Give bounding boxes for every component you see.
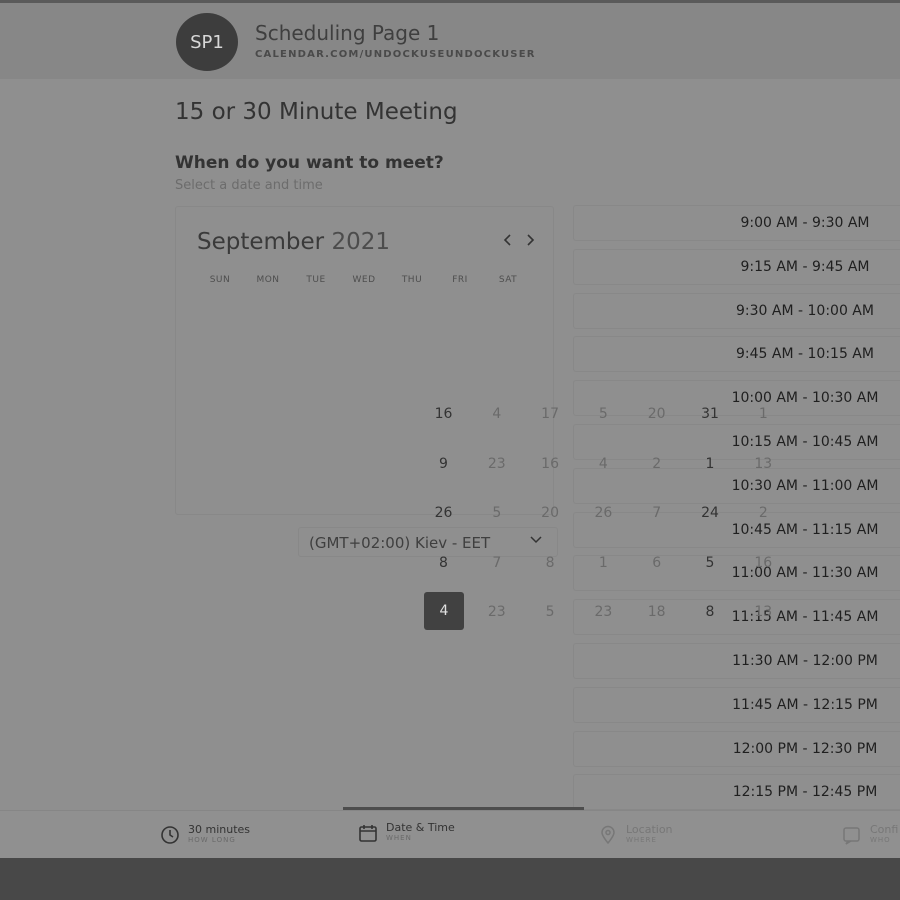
tab-date-time-label: Date & Time	[386, 821, 455, 834]
avatar: SP1	[176, 13, 238, 71]
step-tabs: 30 minutes HOW LONG Date & Time WHEN Loc…	[0, 810, 900, 858]
tab-location-sub: WHERE	[626, 836, 657, 844]
tab-confirm-label: Confi	[870, 823, 899, 836]
day-cell[interactable]: 24	[684, 489, 737, 537]
day-cell[interactable]: 8	[524, 539, 577, 587]
day-cell[interactable]: 8	[684, 588, 737, 636]
day-cell[interactable]: 13	[737, 440, 790, 488]
weekday-label: TUE	[306, 275, 326, 285]
day-cell[interactable]: 5	[684, 539, 737, 587]
day-cell[interactable]: 18	[630, 588, 683, 636]
time-slot-button[interactable]: 9:15 AM - 9:45 AM	[573, 248, 900, 285]
day-cell[interactable]: 16	[417, 390, 470, 438]
day-cell[interactable]: 2	[630, 440, 683, 488]
previous-month-button[interactable]	[501, 231, 515, 252]
time-slot-button[interactable]: 9:45 AM - 10:15 AM	[573, 336, 900, 373]
day-cell[interactable]: 7	[470, 539, 523, 587]
weekday-label: MON	[256, 275, 280, 285]
day-cell[interactable]: 23	[470, 440, 523, 488]
scheduling-page-title: Scheduling Page 1	[255, 21, 440, 45]
day-cell[interactable]: 2	[737, 489, 790, 537]
day-cell[interactable]: 17	[524, 390, 577, 438]
weekday-label: SUN	[209, 275, 231, 285]
clock-icon	[161, 826, 179, 844]
day-cell[interactable]: 6	[630, 539, 683, 587]
day-cell[interactable]: 31	[684, 390, 737, 438]
tab-confirm-sub: WHO	[870, 836, 891, 844]
weekday-label: FRI	[452, 275, 468, 285]
calendar-month: September	[197, 229, 325, 255]
selected-day-cell[interactable]: 4	[424, 592, 464, 631]
weekday-label: SAT	[498, 275, 518, 285]
day-cell[interactable]: 13	[737, 588, 790, 636]
time-slot-button[interactable]: 9:30 AM - 10:00 AM	[573, 292, 900, 329]
day-cell[interactable]: 9	[417, 440, 470, 488]
day-cell[interactable]: 16	[524, 440, 577, 488]
day-cell[interactable]: 23	[470, 588, 523, 636]
day-cell[interactable]: 26	[417, 489, 470, 537]
day-cell[interactable]: 16	[737, 539, 790, 587]
day-cell[interactable]: 4	[577, 440, 630, 488]
time-slot-button[interactable]: 12:15 PM - 12:45 PM	[573, 774, 900, 811]
tab-date-time[interactable]: Date & Time WHEN	[358, 821, 455, 843]
day-cell[interactable]: 20	[630, 390, 683, 438]
time-slot-button[interactable]: 12:00 PM - 12:30 PM	[573, 730, 900, 767]
day-grid-overlay: 16 4 17 5 20 31 1 9 23 16 4 2 1 13 26 5 20 26 7 24 2 8 7 8 1 6 5 16…	[417, 390, 787, 640]
day-cell[interactable]: 5	[524, 588, 577, 636]
tab-duration-label: 30 minutes	[188, 823, 251, 836]
meeting-title: 15 or 30 Minute Meeting	[175, 99, 458, 125]
day-cell[interactable]: 20	[524, 489, 577, 537]
time-slot-button[interactable]: 9:00 AM - 9:30 AM	[573, 205, 900, 241]
day-cell[interactable]: 5	[470, 489, 523, 537]
calendar-icon	[359, 825, 377, 842]
tab-location-label: Location	[626, 823, 673, 836]
calendar-year: 2021	[331, 229, 390, 255]
scheduling-page-url[interactable]: CALENDAR.COM/UNDOCKUSEUNDOCKUSER	[255, 49, 536, 60]
day-cell[interactable]: 5	[577, 390, 630, 438]
tab-confirm[interactable]: Confi WHO	[842, 823, 898, 845]
day-cell[interactable]: 23	[577, 588, 630, 636]
day-cell[interactable]: 8	[417, 539, 470, 587]
tab-duration-sub: HOW LONG	[188, 836, 236, 844]
location-pin-icon	[601, 825, 615, 845]
day-cell[interactable]: 1	[684, 440, 737, 488]
day-cell[interactable]: 1	[577, 539, 630, 587]
weekday-label: WED	[352, 275, 376, 285]
scheduling-header: SP1 Scheduling Page 1 CALENDAR.COM/UNDOC…	[0, 3, 900, 79]
tab-duration[interactable]: 30 minutes HOW LONG	[160, 823, 250, 845]
time-slot-button[interactable]: 11:30 AM - 12:00 PM	[573, 642, 900, 679]
weekday-header: SUN MON TUE WED THU FRI SAT	[196, 275, 532, 285]
day-cell[interactable]: 7	[630, 489, 683, 537]
next-month-button[interactable]	[523, 231, 537, 252]
calendar-month-year: September 2021	[197, 229, 390, 255]
bottom-bar	[0, 858, 900, 900]
time-slot-button[interactable]: 11:45 AM - 12:15 PM	[573, 686, 900, 723]
chevron-right-icon	[527, 234, 535, 246]
tab-location[interactable]: Location WHERE	[598, 823, 673, 845]
confirm-icon	[843, 827, 860, 845]
day-cell[interactable]: 1	[737, 390, 790, 438]
date-question-subtitle: Select a date and time	[175, 178, 323, 193]
chevron-left-icon	[503, 234, 511, 246]
day-cell[interactable]: 4	[470, 390, 523, 438]
day-cell[interactable]: 26	[577, 489, 630, 537]
tab-date-time-sub: WHEN	[386, 834, 412, 842]
date-question: When do you want to meet?	[175, 153, 444, 173]
weekday-label: THU	[401, 275, 423, 285]
